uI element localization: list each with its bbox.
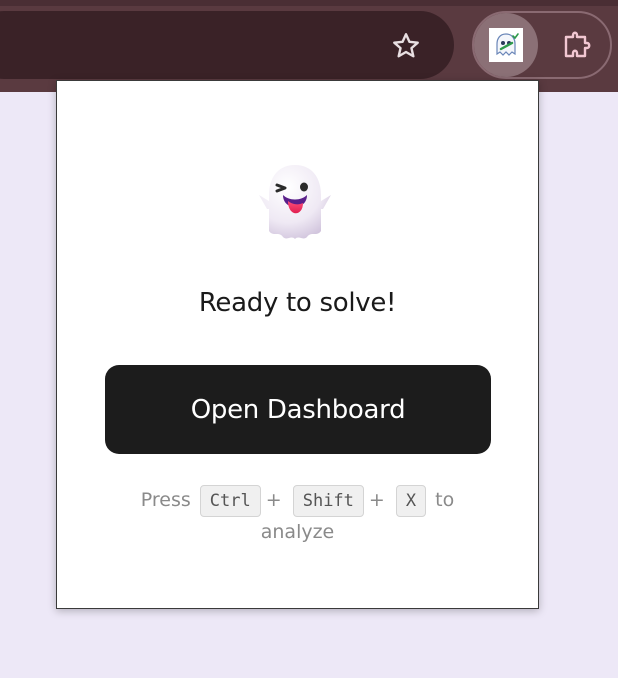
star-outline-icon [393, 33, 419, 58]
extension-popup: Ready to solve! Open Dashboard Press Ctr… [56, 80, 539, 609]
winking-ghost-icon [253, 161, 337, 245]
shortcut-hint: Press Ctrl + Shift + X to analyze [117, 485, 478, 547]
ctrl-key: Ctrl [199, 485, 261, 517]
hint-plus: + [368, 489, 385, 511]
ghost-extension-button[interactable] [474, 13, 538, 77]
extensions-menu-button[interactable] [556, 26, 600, 66]
tab-strip-edge [0, 0, 618, 6]
browser-toolbar [0, 0, 618, 92]
shift-key: Shift [292, 485, 364, 517]
hint-to-text: to [435, 489, 455, 511]
hint-action-text: analyze [260, 521, 335, 543]
ghost-extension-icon [489, 28, 523, 62]
bookmark-star-button[interactable] [384, 24, 428, 68]
hint-plus: + [265, 489, 282, 511]
hint-press-text: Press [140, 489, 191, 511]
puzzle-piece-icon [564, 31, 591, 58]
open-dashboard-button[interactable]: Open Dashboard [105, 365, 491, 454]
status-title: Ready to solve! [198, 288, 397, 318]
x-key: X [395, 485, 427, 517]
